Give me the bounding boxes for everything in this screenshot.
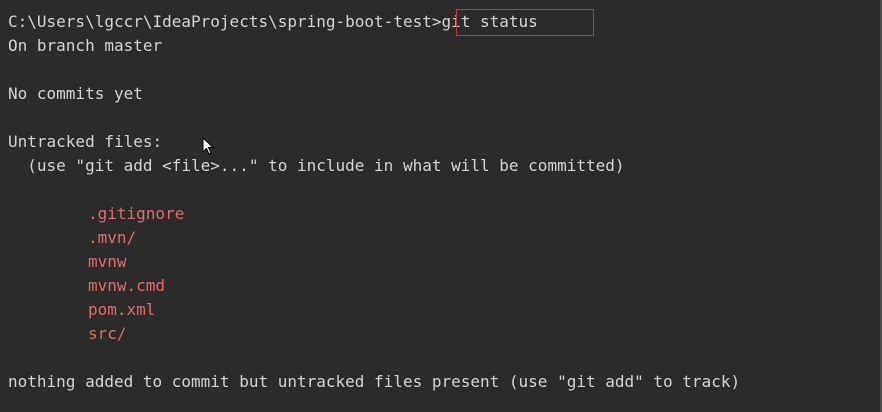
branch-line: On branch master <box>8 36 163 55</box>
untracked-file: pom.xml <box>88 300 156 319</box>
untracked-file: .gitignore <box>88 204 185 223</box>
mouse-pointer-icon <box>202 137 214 155</box>
untracked-file: src/ <box>88 324 127 343</box>
command-highlight-box <box>456 9 594 36</box>
terminal-window[interactable]: C:\Users\lgccr\IdeaProjects\spring-boot-… <box>0 0 882 412</box>
commits-line: No commits yet <box>8 84 143 103</box>
untracked-file: .mvn/ <box>88 228 137 247</box>
prompt-path: C:\Users\lgccr\IdeaProjects\spring-boot-… <box>8 12 442 31</box>
summary-line: nothing added to commit but untracked fi… <box>8 372 741 391</box>
untracked-header: Untracked files: <box>8 132 163 151</box>
untracked-hint: (use "git add <file>..." to include in w… <box>8 156 625 175</box>
untracked-file: mvnw.cmd <box>88 276 166 295</box>
untracked-file: mvnw <box>88 252 127 271</box>
